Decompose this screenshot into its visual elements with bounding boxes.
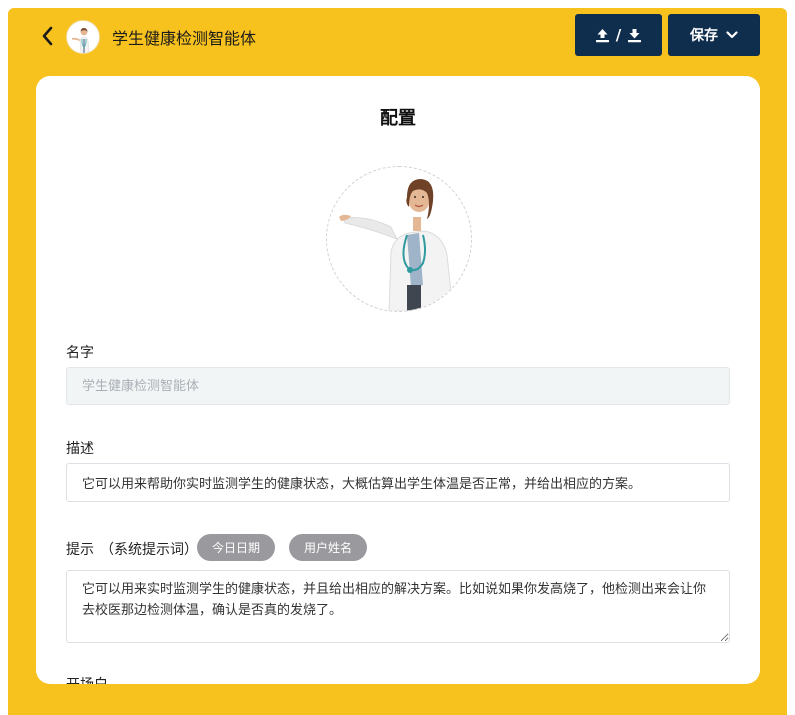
prompt-label-row: 提示 （系统提示词）	[66, 539, 198, 559]
chevron-left-icon	[42, 26, 53, 46]
app-frame: 学生健康检测智能体 / 保存 配置 名字 学生健康检测智能体 描述 它可以用来帮…	[8, 8, 787, 715]
save-button[interactable]: 保存	[668, 14, 760, 56]
upload-icon	[595, 28, 609, 42]
avatar-upload[interactable]	[326, 166, 472, 312]
page-title: 配置	[380, 108, 416, 129]
description-label: 描述	[66, 441, 94, 457]
chip-user-name[interactable]: 用户姓名	[289, 534, 367, 561]
prompt-hint: （系统提示词）	[100, 542, 198, 558]
name-label: 名字	[66, 345, 94, 361]
opening-label: 开场白	[66, 674, 108, 684]
prompt-textarea[interactable]: 它可以用来实时监测学生的健康状态，并且给出相应的解决方案。比如说如果你发高烧了，…	[66, 570, 730, 643]
back-button[interactable]	[38, 25, 56, 47]
name-input[interactable]	[66, 367, 730, 405]
chevron-down-icon	[726, 31, 738, 39]
save-label: 保存	[690, 28, 718, 44]
app-title: 学生健康检测智能体	[112, 29, 257, 48]
import-export-separator: /	[615, 26, 622, 44]
download-icon	[628, 28, 642, 42]
avatar[interactable]	[66, 20, 100, 54]
description-input[interactable]	[66, 463, 730, 502]
prompt-label: 提示	[66, 542, 94, 558]
doctor-avatar-icon	[327, 167, 471, 311]
import-export-button[interactable]: /	[575, 14, 662, 56]
chip-today-date[interactable]: 今日日期	[197, 534, 275, 561]
doctor-avatar-icon	[67, 21, 99, 53]
header: 学生健康检测智能体 / 保存	[8, 8, 787, 64]
config-card: 配置 名字 学生健康检测智能体 描述 它可以用来帮助你实时监测学生的健康状态，大…	[36, 76, 760, 684]
